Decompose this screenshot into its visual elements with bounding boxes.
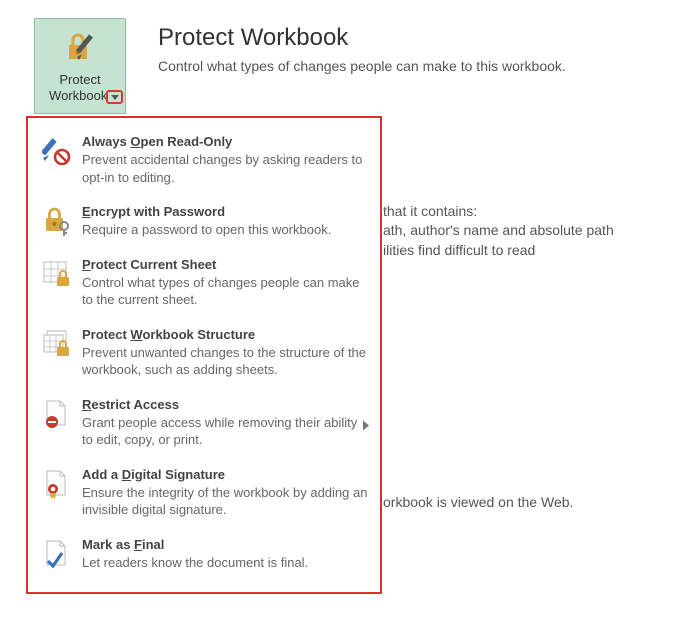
- menu-item-protect-workbook-structure[interactable]: Protect Workbook Structure Prevent unwan…: [36, 321, 374, 391]
- menu-item-desc: Require a password to open this workbook…: [82, 221, 370, 239]
- menu-item-title: Add a Digital Signature: [82, 467, 370, 482]
- menu-item-protect-current-sheet[interactable]: Protect Current Sheet Control what types…: [36, 251, 374, 321]
- menu-item-always-open-read-only[interactable]: Always Open Read-Only Prevent accidental…: [36, 128, 374, 198]
- background-text-line: that it contains:: [383, 203, 477, 219]
- menu-item-title: Encrypt with Password: [82, 204, 370, 219]
- lock-key-icon: [40, 204, 74, 239]
- doc-ribbon-icon: [40, 467, 74, 519]
- lock-pencil-icon: [62, 29, 98, 68]
- background-text-line: orkbook is viewed on the Web.: [383, 494, 573, 510]
- menu-item-desc: Control what types of changes people can…: [82, 274, 370, 309]
- sheets-lock-icon: [40, 327, 74, 379]
- menu-item-title: Protect Workbook Structure: [82, 327, 370, 342]
- menu-item-title: Protect Current Sheet: [82, 257, 370, 272]
- pencil-prohibit-icon: [40, 134, 74, 186]
- doc-restrict-icon: [40, 397, 74, 449]
- menu-item-title: Restrict Access: [82, 397, 370, 412]
- menu-item-desc: Ensure the integrity of the workbook by …: [82, 484, 370, 519]
- protect-workbook-button[interactable]: ProtectWorkbook: [34, 18, 126, 114]
- doc-check-icon: [40, 537, 74, 572]
- menu-item-add-digital-signature[interactable]: Add a Digital Signature Ensure the integ…: [36, 461, 374, 531]
- dropdown-arrow-highlight[interactable]: [106, 90, 123, 104]
- menu-item-desc: Prevent unwanted changes to the structur…: [82, 344, 370, 379]
- menu-item-desc: Let readers know the document is final.: [82, 554, 370, 572]
- menu-item-desc: Grant people access while removing their…: [82, 414, 370, 449]
- background-text-line: ilities find difficult to read: [383, 242, 535, 258]
- menu-item-desc: Prevent accidental changes by asking rea…: [82, 151, 370, 186]
- menu-item-mark-as-final[interactable]: Mark as Final Let readers know the docum…: [36, 531, 374, 584]
- button-label: ProtectWorkbook: [49, 72, 111, 103]
- submenu-arrow-icon: [363, 418, 369, 433]
- page-title: Protect Workbook: [158, 24, 566, 52]
- background-text-line: ath, author's name and absolute path: [383, 222, 614, 238]
- protect-workbook-dropdown: Always Open Read-Only Prevent accidental…: [26, 116, 382, 594]
- sheet-lock-icon: [40, 257, 74, 309]
- menu-item-title: Always Open Read-Only: [82, 134, 370, 149]
- menu-item-restrict-access[interactable]: Restrict Access Grant people access whil…: [36, 391, 374, 461]
- header-text: Protect Workbook Control what types of c…: [158, 18, 566, 74]
- menu-item-title: Mark as Final: [82, 537, 370, 552]
- menu-item-encrypt-with-password[interactable]: Encrypt with Password Require a password…: [36, 198, 374, 251]
- page-description: Control what types of changes people can…: [158, 58, 566, 74]
